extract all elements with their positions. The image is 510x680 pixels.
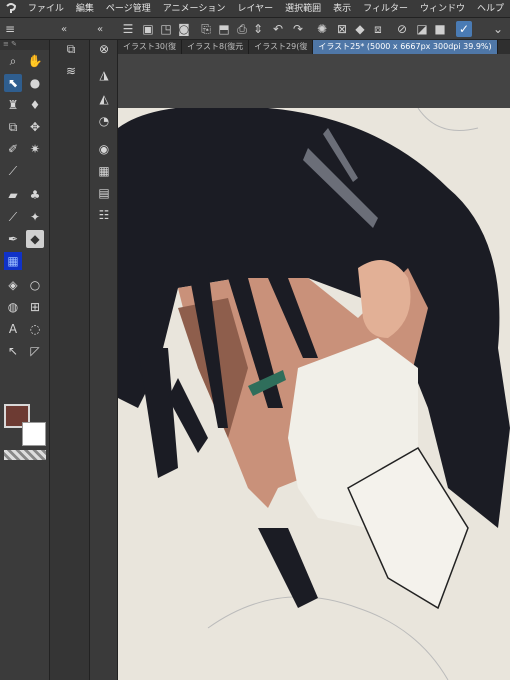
navigator-icon[interactable]: ⊗ (95, 40, 113, 58)
drop-icon[interactable]: ♦ (26, 96, 44, 114)
square-icon[interactable]: ■ (432, 21, 448, 37)
stamp-icon[interactable]: ♜ (4, 96, 22, 114)
collapse-arrows-icon[interactable]: « (92, 21, 108, 37)
tab-illust-8[interactable]: イラスト8(復元 (182, 40, 250, 54)
sub-color-swatch[interactable] (22, 422, 46, 446)
app-logo-icon[interactable] (0, 0, 22, 17)
lasso-icon[interactable]: ✐ (4, 140, 22, 158)
menu-page[interactable]: ページ管理 (100, 0, 157, 17)
panel-icons: ⊗ ◮ ◭ ◔ ◉ ▦ ▤ ☷ (90, 40, 118, 680)
text-icon[interactable]: A (4, 320, 22, 338)
menu-filter[interactable]: フィルター (357, 0, 414, 17)
save-panel-icon[interactable]: ▤ (95, 184, 113, 202)
operation-icon[interactable]: ⬉ (4, 74, 22, 92)
menu-icon[interactable]: ☰ (120, 21, 136, 37)
blend-icon[interactable]: ▦ (4, 252, 22, 270)
pencil-icon[interactable]: ⟋ (4, 208, 22, 226)
layer-move-icon[interactable]: ⧉ (4, 118, 22, 136)
command-bar: ≡ « « ☰ ▣ ◳ ◙ ⎘ ⬒ ⎙ ⇕ ↶ ↷ ✺ ⊠ ◆ ⧈ ⊘ ◪ ■ … (0, 18, 510, 40)
fill-bucket-icon[interactable]: ◈ (4, 276, 22, 294)
ruler-tool-icon[interactable]: ◸ (26, 342, 44, 360)
eraser-icon[interactable]: ◆ (26, 230, 44, 248)
redo-icon[interactable]: ↷ (290, 21, 306, 37)
menu-bar: ファイル 編集 ページ管理 アニメーション レイヤー 選択範囲 表示 フィルター… (0, 0, 510, 18)
layers-icon[interactable]: ≋ (62, 62, 80, 80)
menu-edit[interactable]: 編集 (70, 0, 100, 17)
ruler-icon[interactable]: ⊘ (394, 21, 410, 37)
palette-header: ≡ ✎ (0, 40, 49, 50)
print-icon[interactable]: ⎙ (234, 21, 250, 37)
list-icon[interactable]: ☷ (95, 206, 113, 224)
menu-file[interactable]: ファイル (22, 0, 70, 17)
collapse-arrows-icon[interactable]: « (56, 21, 72, 37)
eyedropper-icon[interactable]: ⟋ (4, 162, 22, 180)
frame-icon[interactable]: ⊞ (26, 298, 44, 316)
menu-view[interactable]: 表示 (327, 0, 357, 17)
airbrush-icon[interactable]: ✒ (4, 230, 22, 248)
erase-layer-icon[interactable]: ◔ (95, 112, 113, 130)
menu-selection[interactable]: 選択範囲 (279, 0, 327, 17)
document-tabs: イラスト30(復 イラスト8(復元 イラスト29(復 イラスト25* (5000… (118, 40, 510, 54)
fill-layer-icon[interactable]: ◭ (95, 90, 113, 108)
open-icon[interactable]: ◳ (158, 21, 174, 37)
export-icon[interactable]: ⎘ (198, 21, 214, 37)
transform-icon[interactable]: ⧈ (370, 21, 386, 37)
undo-icon[interactable]: ↶ (270, 21, 286, 37)
save-icon[interactable]: ◙ (176, 21, 192, 37)
ellipse-icon[interactable]: ○ (26, 276, 44, 294)
pen-icon[interactable]: ▰ (4, 186, 22, 204)
balloon-icon[interactable]: ◌ (26, 320, 44, 338)
tab-illust-30[interactable]: イラスト30(復 (118, 40, 183, 54)
stepper-icon[interactable]: ⇕ (250, 21, 266, 37)
menu-help[interactable]: ヘルプ (471, 0, 510, 17)
menu-animation[interactable]: アニメーション (157, 0, 232, 17)
panel-collapse-icon[interactable]: ≡ (2, 21, 18, 37)
color-wheel-icon[interactable]: ◉ (95, 140, 113, 158)
brush-icon[interactable]: ♣ (26, 186, 44, 204)
circle-icon[interactable]: ● (26, 74, 44, 92)
correct-line-icon[interactable]: ↖ (4, 342, 22, 360)
clear-icon[interactable]: ⊠ (334, 21, 350, 37)
loading-icon[interactable]: ✺ (314, 21, 330, 37)
paint-icon[interactable]: ◮ (95, 66, 113, 84)
sparkle-icon[interactable]: ✦ (26, 208, 44, 226)
transparent-color-swatch[interactable] (4, 450, 46, 460)
move-icon[interactable]: ✥ (26, 118, 44, 136)
check-icon[interactable]: ✓ (456, 21, 472, 37)
sub-tool-column: ⧉ ≋ (50, 40, 90, 680)
zoom-icon[interactable]: ⌕ (4, 52, 22, 70)
share-icon[interactable]: ⬒ (216, 21, 232, 37)
palette-icon[interactable]: ▦ (95, 162, 113, 180)
layer-mask-icon[interactable]: ◪ (414, 21, 430, 37)
chevron-down-icon[interactable]: ⌄ (490, 21, 506, 37)
tool-palette: ≡ ✎ ⌕ ✋ ⬉ ● ♜ ♦ ⧉ ✥ ✐ ✷ ⟋ ▰ ♣ ⟋ ✦ ✒ ◆ ▦ … (0, 40, 50, 680)
artwork-illustration (118, 108, 510, 680)
gradient-icon[interactable]: ◍ (4, 298, 22, 316)
magic-wand-icon[interactable]: ✷ (26, 140, 44, 158)
fill-icon[interactable]: ◆ (352, 21, 368, 37)
layers-stack-icon[interactable]: ⧉ (62, 40, 80, 58)
drawing-canvas[interactable] (118, 108, 510, 680)
new-icon[interactable]: ▣ (140, 21, 156, 37)
menu-layer[interactable]: レイヤー (231, 0, 279, 17)
tab-illust-25[interactable]: イラスト25* (5000 x 6667px 300dpi 39.9%) (313, 40, 498, 54)
hand-icon[interactable]: ✋ (26, 52, 44, 70)
tab-illust-29[interactable]: イラスト29(復 (249, 40, 314, 54)
menu-window[interactable]: ウィンドウ (414, 0, 471, 17)
